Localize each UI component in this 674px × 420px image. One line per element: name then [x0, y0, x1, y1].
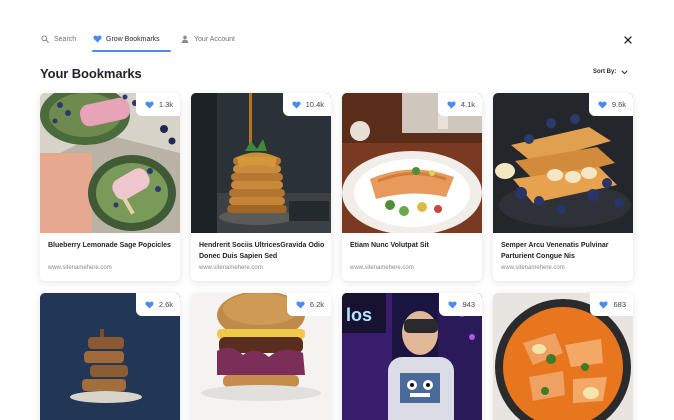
heart-icon [145, 101, 154, 109]
card-site[interactable]: www.sitenamehere.com [501, 265, 565, 271]
nav-account[interactable]: Your Account [180, 31, 250, 47]
heart-icon [447, 101, 456, 109]
nav-grow-bookmarks[interactable]: Grow Bookmarks [92, 31, 172, 52]
nav-search[interactable]: Search [40, 31, 92, 47]
heart-icon [598, 101, 607, 109]
close-button[interactable] [622, 34, 634, 46]
svg-text:los: los [346, 305, 372, 325]
heart-icon [92, 34, 102, 44]
likes-count: 2.6k [158, 300, 173, 309]
likes-count: 683 [613, 300, 626, 309]
card-site[interactable]: www.sitenamehere.com [350, 265, 414, 271]
user-icon [180, 34, 190, 44]
heart-icon [145, 301, 154, 309]
bookmark-card[interactable]: 1.3k Blueberry Lemonade Sage Popcicles w… [40, 93, 180, 281]
likes-count: 4.1k [460, 100, 475, 109]
bookmark-card[interactable]: los 943 [342, 293, 482, 420]
nav-account-label: Your Account [194, 35, 235, 43]
bookmark-card[interactable]: 6.2k [191, 293, 331, 420]
bookmark-card[interactable]: 2.6k [40, 293, 180, 420]
card-title[interactable]: Blueberry Lemonade Sage Popcicles [48, 240, 176, 251]
likes-count: 10.4k [305, 100, 324, 109]
heart-icon [296, 301, 305, 309]
heart-icon [599, 301, 609, 309]
heart-icon [448, 301, 458, 309]
likes-badge[interactable]: 10.4k [282, 93, 331, 116]
likes-badge[interactable]: 4.1k [437, 93, 482, 116]
card-site[interactable]: www.sitenamehere.com [48, 265, 112, 271]
likes-count: 6.2k [309, 300, 324, 309]
close-icon [624, 31, 632, 49]
card-title[interactable]: Etiam Nunc Volutpat Sit [350, 240, 478, 251]
chevron-down-icon [621, 70, 628, 75]
heart-icon [292, 101, 301, 109]
likes-badge[interactable]: 1.3k [135, 93, 180, 116]
nav-search-label: Search [54, 35, 77, 43]
card-site[interactable]: www.sitenamehere.com [199, 265, 263, 271]
bookmark-card[interactable]: 4.1k Etiam Nunc Volutpat Sit www.sitenam… [342, 93, 482, 281]
likes-badge[interactable]: 9.6k [588, 93, 633, 116]
likes-count: 9.6k [611, 100, 626, 109]
bookmark-card[interactable]: 9.6k Semper Arcu Venenatis Pulvinar Part… [493, 93, 633, 281]
likes-count: 943 [462, 300, 475, 309]
card-title[interactable]: Semper Arcu Venenatis Pulvinar Parturien… [501, 240, 629, 262]
likes-badge[interactable]: 943 [439, 293, 482, 316]
page-title: Your Bookmarks [40, 66, 142, 81]
likes-badge[interactable]: 2.6k [135, 293, 180, 316]
likes-count: 1.3k [158, 100, 173, 109]
sort-label: Sort By: [593, 69, 617, 75]
card-title[interactable]: Hendrerit Sociis UltricesGravida Odio Do… [199, 240, 327, 262]
sort-dropdown[interactable]: Sort By: [593, 69, 628, 75]
search-icon [40, 34, 50, 44]
likes-badge[interactable]: 6.2k [286, 293, 331, 316]
top-nav: Search Grow Bookmarks Your Account [40, 30, 250, 52]
bookmark-card[interactable]: 683 [493, 293, 633, 420]
bookmark-card[interactable]: 10.4k Hendrerit Sociis UltricesGravida O… [191, 93, 331, 281]
likes-badge[interactable]: 683 [590, 293, 633, 316]
nav-grow-label: Grow Bookmarks [106, 35, 160, 43]
